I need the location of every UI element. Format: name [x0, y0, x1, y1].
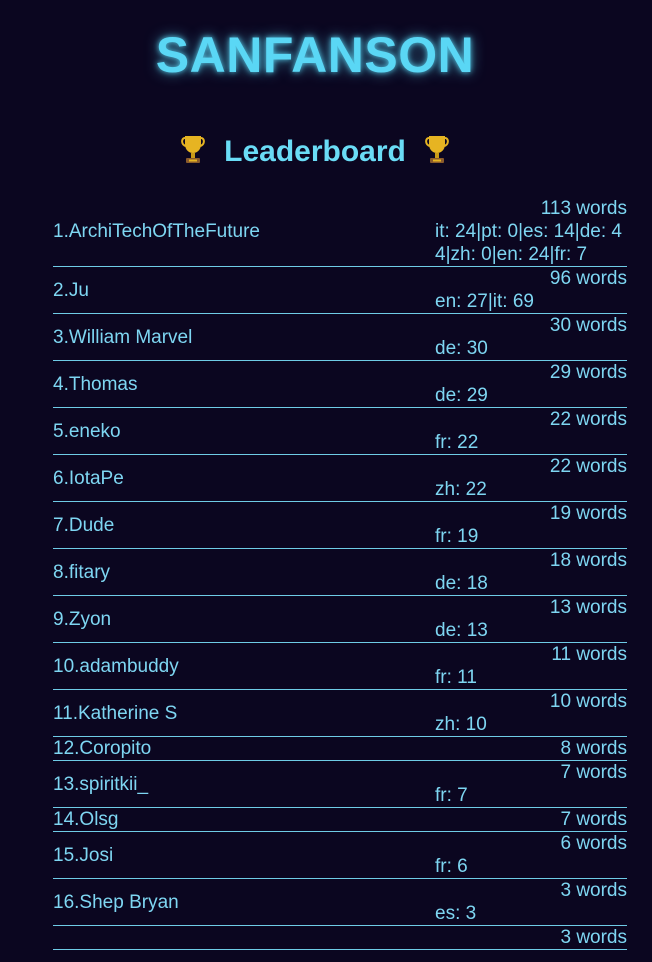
word-count: 22 words — [549, 409, 627, 430]
leaderboard-row: 14.Olsg 7 words — [53, 808, 627, 832]
trophy-icon — [180, 136, 205, 163]
language-breakdown: zh: 22 — [435, 479, 487, 500]
player-name: 5.eneko — [53, 420, 121, 442]
leaderboard-row: 1.ArchiTechOfTheFuture 113 words it: 24|pt… — [53, 197, 627, 267]
language-breakdown: de: 18 — [435, 573, 488, 594]
player-stats: 3 words es: 3 — [435, 879, 627, 925]
trophy-icon — [425, 136, 450, 163]
language-breakdown: de: 30 — [435, 338, 488, 359]
word-count: 22 words — [549, 456, 627, 477]
language-breakdown: fr: 22 — [435, 432, 479, 453]
player-name: 9.Zyon — [53, 608, 112, 630]
player-stats: 10 words zh: 10 — [435, 690, 627, 736]
player-stats: 96 words en: 27|it: 69 — [435, 267, 627, 313]
player-name: 6.IotaPe — [53, 467, 124, 489]
leaderboard-list: 1.ArchiTechOfTheFuture 113 words it: 24|pt… — [53, 197, 627, 950]
leaderboard-row: 4.Thomas 29 words de: 29 — [53, 361, 627, 408]
word-count: 6 words — [560, 833, 627, 854]
leaderboard-row: 12.Coropito 8 words — [53, 737, 627, 761]
player-name: 13.spiritkii_ — [53, 773, 149, 795]
leaderboard-row: 9.Zyon 13 words de: 13 — [53, 596, 627, 643]
player-name: 1.ArchiTechOfTheFuture — [53, 221, 260, 242]
language-breakdown: fr: 7 — [435, 785, 468, 806]
leaderboard-heading-inner: Leaderboard — [0, 134, 630, 169]
player-stats: 8 words — [435, 737, 627, 760]
leaderboard-row: 2.Ju 96 words en: 27|it: 69 — [53, 267, 627, 314]
player-stats: 30 words de: 30 — [435, 314, 627, 360]
player-name: 11.Katherine S — [53, 702, 178, 724]
player-name: 3.William Marvel — [53, 326, 193, 348]
player-stats: 18 words de: 18 — [435, 549, 627, 595]
word-count: 29 words — [549, 362, 627, 383]
player-stats: 7 words fr: 7 — [435, 761, 627, 807]
header: SANFANSON — [0, 0, 652, 108]
word-count: 7 words — [560, 809, 627, 830]
leaderboard-heading: Leaderboard — [0, 108, 652, 196]
leaderboard-row: 7.Dude 19 words fr: 19 — [53, 502, 627, 549]
player-name: 10.adambuddy — [53, 655, 179, 677]
leaderboard-row: 13.spiritkii_ 7 words fr: 7 — [53, 761, 627, 808]
player-stats: 113 words it: 24|pt: 0|es: 14|de: 44|zh: … — [435, 197, 627, 266]
word-count: 3 words — [560, 880, 627, 901]
leaderboard-row: 16.Shep Bryan 3 words es: 3 — [53, 879, 627, 926]
word-count: 19 words — [549, 503, 627, 524]
app-title: SANFANSON — [155, 27, 475, 83]
leaderboard-row: 15.Josi 6 words fr: 6 — [53, 832, 627, 879]
player-stats: 11 words fr: 11 — [435, 643, 627, 689]
player-name: 16.Shep Bryan — [53, 891, 179, 913]
language-breakdown: en: 27|it: 69 — [435, 291, 534, 312]
leaderboard-row: 6.IotaPe 22 words zh: 22 — [53, 455, 627, 502]
leaderboard-row: 3 words — [53, 926, 627, 950]
language-breakdown: it: 24|pt: 0|es: 14|de: 44|zh: 0|en: 24|… — [435, 221, 622, 265]
word-count: 7 words — [560, 762, 627, 783]
word-count: 8 words — [560, 738, 627, 759]
language-breakdown: zh: 10 — [435, 714, 487, 735]
player-stats: 19 words fr: 19 — [435, 502, 627, 548]
leaderboard-row: 5.eneko 22 words fr: 22 — [53, 408, 627, 455]
language-breakdown: fr: 19 — [435, 526, 479, 547]
player-stats: 13 words de: 13 — [435, 596, 627, 642]
player-name: 14.Olsg — [53, 809, 119, 830]
player-stats: 22 words zh: 22 — [435, 455, 627, 501]
leaderboard-row: 3.William Marvel 30 words de: 30 — [53, 314, 627, 361]
language-breakdown: de: 29 — [435, 385, 488, 406]
word-count: 30 words — [549, 315, 627, 336]
player-name: 4.Thomas — [53, 373, 138, 395]
language-breakdown: fr: 6 — [435, 856, 468, 877]
language-breakdown: de: 13 — [435, 620, 488, 641]
leaderboard-row: 11.Katherine S 10 words zh: 10 — [53, 690, 627, 737]
player-name: 15.Josi — [53, 844, 114, 866]
word-count: 3 words — [560, 927, 627, 948]
player-stats: 3 words — [435, 926, 627, 949]
word-count: 18 words — [549, 550, 627, 571]
player-stats: 7 words — [435, 808, 627, 831]
player-name: 7.Dude — [53, 514, 115, 536]
language-breakdown: es: 3 — [435, 903, 477, 924]
player-name: 12.Coropito — [53, 738, 152, 759]
player-name: 8.fitary — [53, 561, 111, 583]
word-count: 10 words — [549, 691, 627, 712]
player-stats: 22 words fr: 22 — [435, 408, 627, 454]
word-count: 11 words — [551, 644, 627, 665]
language-breakdown: fr: 11 — [435, 667, 477, 688]
player-stats: 29 words de: 29 — [435, 361, 627, 407]
word-count: 13 words — [549, 597, 627, 618]
player-name: 2.Ju — [53, 279, 89, 301]
leaderboard-row: 8.fitary 18 words de: 18 — [53, 549, 627, 596]
leaderboard-row: 10.adambuddy 11 words fr: 11 — [53, 643, 627, 690]
word-count: 96 words — [549, 268, 627, 289]
leaderboard-title: Leaderboard — [224, 135, 406, 168]
player-stats: 6 words fr: 6 — [435, 832, 627, 878]
word-count: 113 words — [540, 198, 627, 219]
